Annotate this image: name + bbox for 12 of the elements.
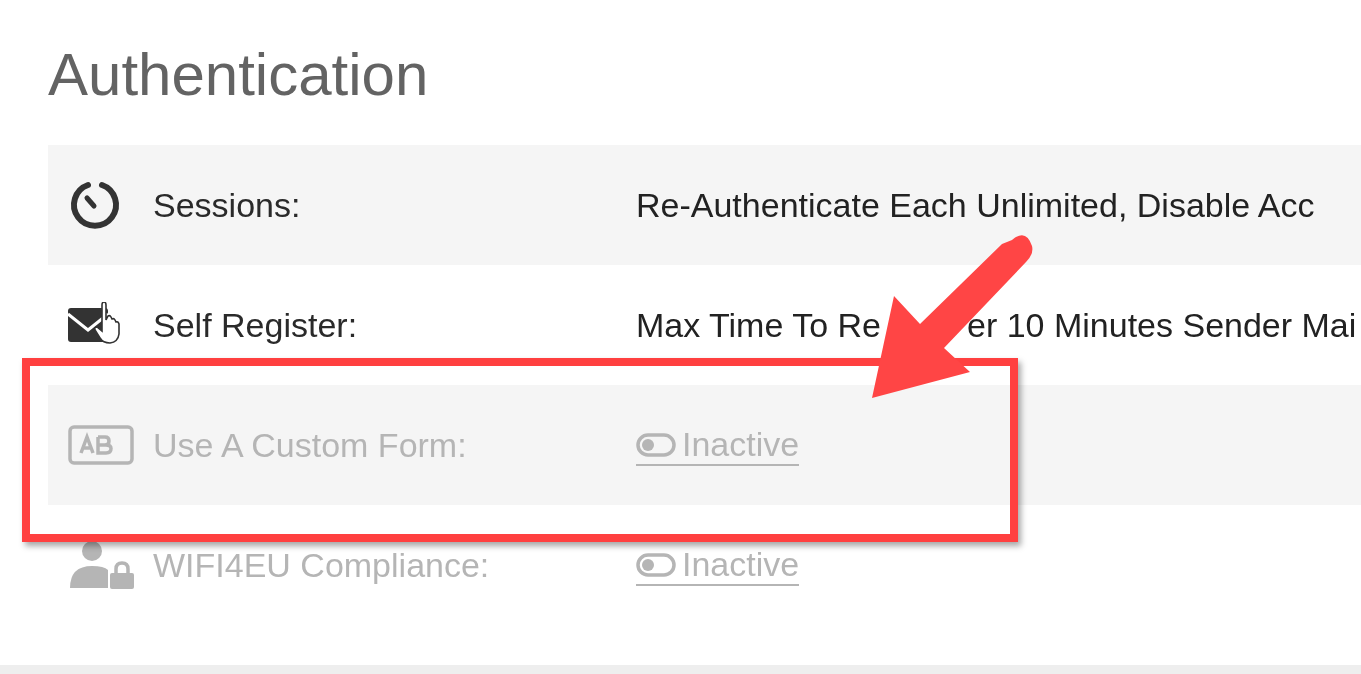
form-field-icon: [68, 425, 134, 465]
hand-cursor-icon: [94, 302, 120, 344]
setting-label: WIFI4EU Compliance:: [153, 545, 490, 584]
setting-label: Use A Custom Form:: [153, 425, 467, 464]
section-title: Authentication: [48, 42, 430, 110]
setting-value: er 10 Minutes Sender Mai: [967, 304, 1357, 346]
user-lock-icon: [68, 540, 134, 590]
setting-value: Re-Authenticate Each Unlimited, Disable Acc: [636, 184, 1315, 226]
setting-label: Self Register:: [153, 305, 358, 344]
timer-icon: [68, 180, 122, 230]
setting-label: Sessions:: [153, 185, 301, 224]
setting-value: Max Time To Re: [636, 304, 881, 346]
